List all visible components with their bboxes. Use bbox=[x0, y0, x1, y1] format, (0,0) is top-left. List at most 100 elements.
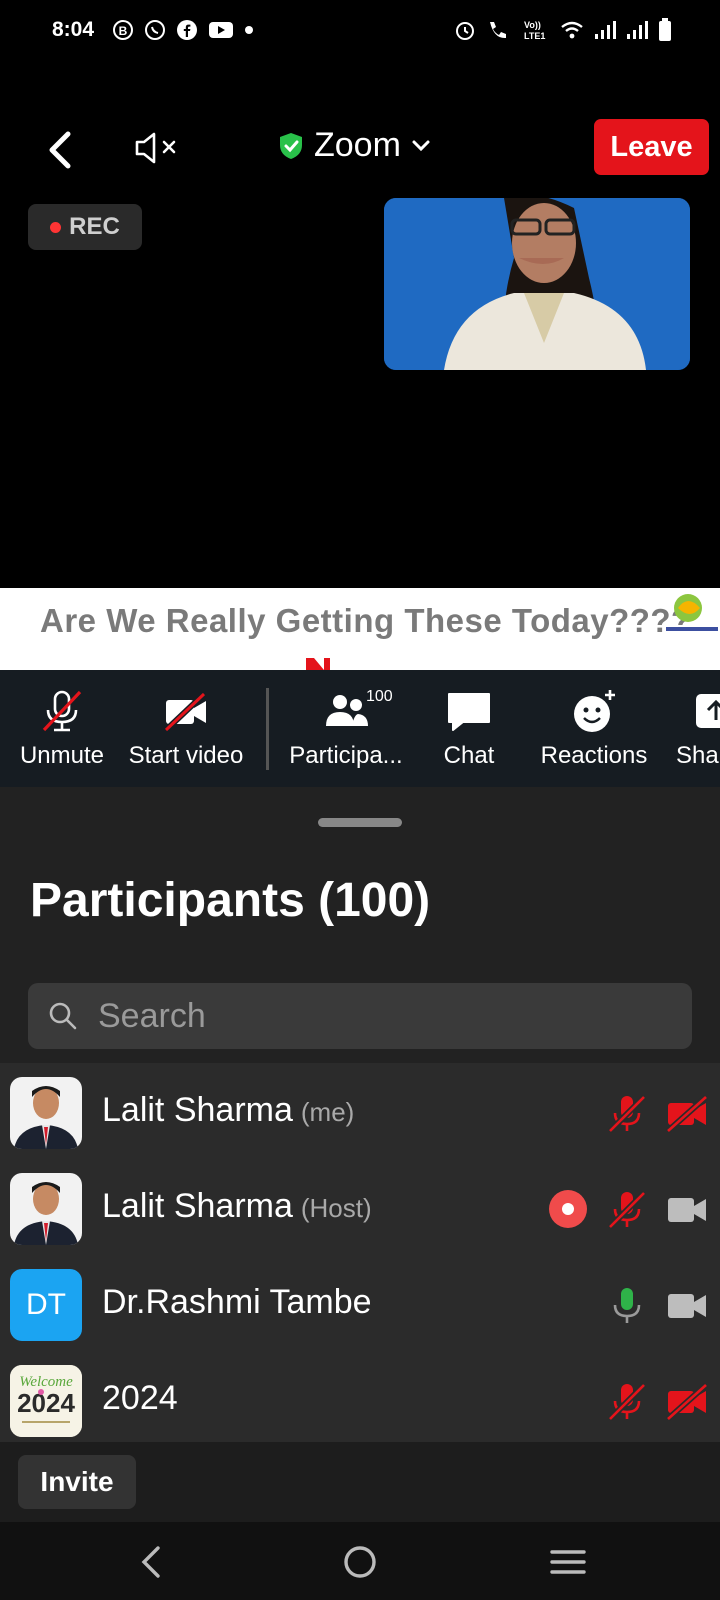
speaker-video-image bbox=[384, 198, 690, 370]
avatar bbox=[10, 1173, 82, 1245]
nav-recents-button[interactable] bbox=[546, 1540, 590, 1584]
red-shape-fragment bbox=[306, 658, 330, 670]
company-logo bbox=[664, 594, 720, 632]
mic-muted-icon bbox=[42, 690, 82, 732]
banner-text: Are We Really Getting These Today???? bbox=[40, 602, 692, 639]
participants-label: Participa... bbox=[289, 742, 403, 769]
chevron-left-icon bbox=[49, 131, 71, 169]
nav-back-button[interactable] bbox=[130, 1540, 174, 1584]
invite-button[interactable]: Invite bbox=[18, 1455, 136, 1509]
participant-row[interactable]: Lalit Sharma (me) bbox=[0, 1063, 720, 1159]
participant-name-line: Lalit Sharma (me) bbox=[102, 1091, 354, 1130]
nav-home-button[interactable] bbox=[338, 1540, 382, 1584]
recording-badge: REC bbox=[28, 204, 142, 250]
dot-icon bbox=[244, 25, 254, 35]
meeting-toolbar: Unmute Start video Participa... 100 Chat… bbox=[0, 670, 720, 787]
status-time: 8:04 bbox=[52, 18, 95, 41]
call-icon bbox=[486, 19, 512, 47]
avatar-photo bbox=[10, 1173, 82, 1245]
youtube-icon bbox=[208, 20, 234, 40]
sheet-drag-handle[interactable] bbox=[318, 818, 402, 827]
speaker-mute-button[interactable] bbox=[134, 130, 182, 166]
status-bar: 8:04 B Vo)) LTE1 bbox=[0, 0, 720, 60]
status-right-icons: Vo)) LTE1 bbox=[454, 18, 672, 48]
system-nav-bar bbox=[0, 1522, 720, 1600]
recording-icon bbox=[549, 1190, 587, 1228]
signal-icon bbox=[594, 20, 616, 46]
mic-muted-icon bbox=[607, 1382, 647, 1422]
unmute-button[interactable]: Unmute bbox=[12, 670, 112, 787]
participants-icon bbox=[326, 695, 368, 726]
reactions-icon bbox=[574, 690, 615, 732]
b-icon: B bbox=[112, 19, 134, 41]
participant-name: Lalit Sharma bbox=[102, 1091, 293, 1129]
participant-name-line: 2024 bbox=[102, 1379, 178, 1418]
facebook-icon bbox=[176, 19, 198, 41]
participant-name: Dr.Rashmi Tambe bbox=[102, 1283, 372, 1321]
recording-dot-icon bbox=[50, 221, 62, 233]
toolbar-divider bbox=[266, 688, 269, 770]
invite-bar: Invite bbox=[0, 1442, 720, 1522]
search-icon bbox=[49, 1002, 77, 1030]
participants-sheet: Participants (100) Lalit Sharma(me) bbox=[0, 787, 720, 1520]
speaker-off-icon bbox=[135, 132, 176, 164]
nav-back-icon bbox=[141, 1546, 160, 1578]
shared-screen-banner: Are We Really Getting These Today???? bbox=[0, 588, 720, 670]
video-icon bbox=[668, 1198, 706, 1222]
alarm-icon bbox=[454, 19, 476, 47]
rec-label: REC bbox=[69, 213, 120, 240]
participant-name: 2024 bbox=[102, 1379, 178, 1417]
participants-list: Lalit Sharma (me) Lalit Sharma (Host) DT… bbox=[0, 1063, 720, 1465]
mic-muted-icon bbox=[607, 1190, 647, 1230]
participant-row[interactable]: Lalit Sharma (Host) bbox=[0, 1159, 720, 1255]
chat-icon bbox=[448, 693, 490, 731]
mic-muted-icon bbox=[607, 1094, 647, 1134]
start-video-button[interactable]: Start video bbox=[120, 670, 252, 787]
search-input[interactable] bbox=[98, 996, 658, 1036]
video-icon bbox=[668, 1294, 706, 1318]
participant-row[interactable]: Welcome 2024 2024 bbox=[0, 1351, 720, 1447]
participant-row[interactable]: DT Dr.Rashmi Tambe bbox=[0, 1255, 720, 1351]
svg-text:B: B bbox=[119, 24, 128, 38]
meeting-title: Zoom bbox=[314, 126, 401, 164]
svg-text:Vo)): Vo)) bbox=[524, 20, 541, 30]
chat-label: Chat bbox=[443, 742, 495, 769]
volte-icon: Vo)) LTE1 bbox=[522, 19, 550, 47]
participants-title: Participants (100) bbox=[30, 874, 431, 927]
leave-button[interactable]: Leave bbox=[594, 119, 709, 175]
start-video-label: Start video bbox=[128, 742, 244, 769]
meeting-top-bar: Zoom Leave bbox=[0, 112, 720, 184]
svg-text:2024: 2024 bbox=[17, 1388, 75, 1418]
meeting-title-dropdown[interactable]: Zoom bbox=[278, 126, 431, 165]
share-button[interactable]: Sha bbox=[676, 670, 720, 787]
avatar-initials: DT bbox=[26, 1288, 66, 1321]
unmute-label: Unmute bbox=[19, 742, 105, 769]
avatar: DT bbox=[10, 1269, 82, 1341]
nav-home-icon bbox=[344, 1546, 376, 1578]
back-button[interactable] bbox=[42, 122, 82, 174]
wifi-icon bbox=[560, 20, 584, 46]
participant-tag: (Host) bbox=[300, 1193, 372, 1223]
video-thumbnail[interactable] bbox=[384, 198, 690, 370]
avatar-photo bbox=[10, 1077, 82, 1149]
video-off-icon bbox=[666, 1383, 709, 1421]
video-off-icon bbox=[666, 1095, 709, 1133]
battery-icon bbox=[658, 18, 672, 48]
mic-active-icon bbox=[613, 1288, 641, 1323]
whatsapp-icon bbox=[144, 19, 166, 41]
signal-icon bbox=[626, 20, 648, 46]
reactions-button[interactable]: Reactions bbox=[530, 670, 658, 787]
svg-text:LTE1: LTE1 bbox=[524, 31, 545, 41]
search-bar[interactable] bbox=[28, 983, 692, 1049]
reactions-label: Reactions bbox=[540, 742, 648, 769]
participant-name: Lalit Sharma bbox=[102, 1187, 293, 1225]
shield-check-icon bbox=[280, 132, 302, 159]
chat-button[interactable]: Chat bbox=[424, 670, 514, 787]
participants-count-badge: 100 bbox=[366, 688, 393, 705]
nav-menu-icon bbox=[550, 1550, 586, 1574]
avatar: Welcome 2024 bbox=[10, 1365, 82, 1437]
chevron-down-icon bbox=[412, 140, 430, 151]
video-off-icon bbox=[163, 691, 207, 733]
welcome-2024-avatar-image: Welcome 2024 bbox=[10, 1365, 82, 1437]
share-icon bbox=[696, 694, 720, 728]
